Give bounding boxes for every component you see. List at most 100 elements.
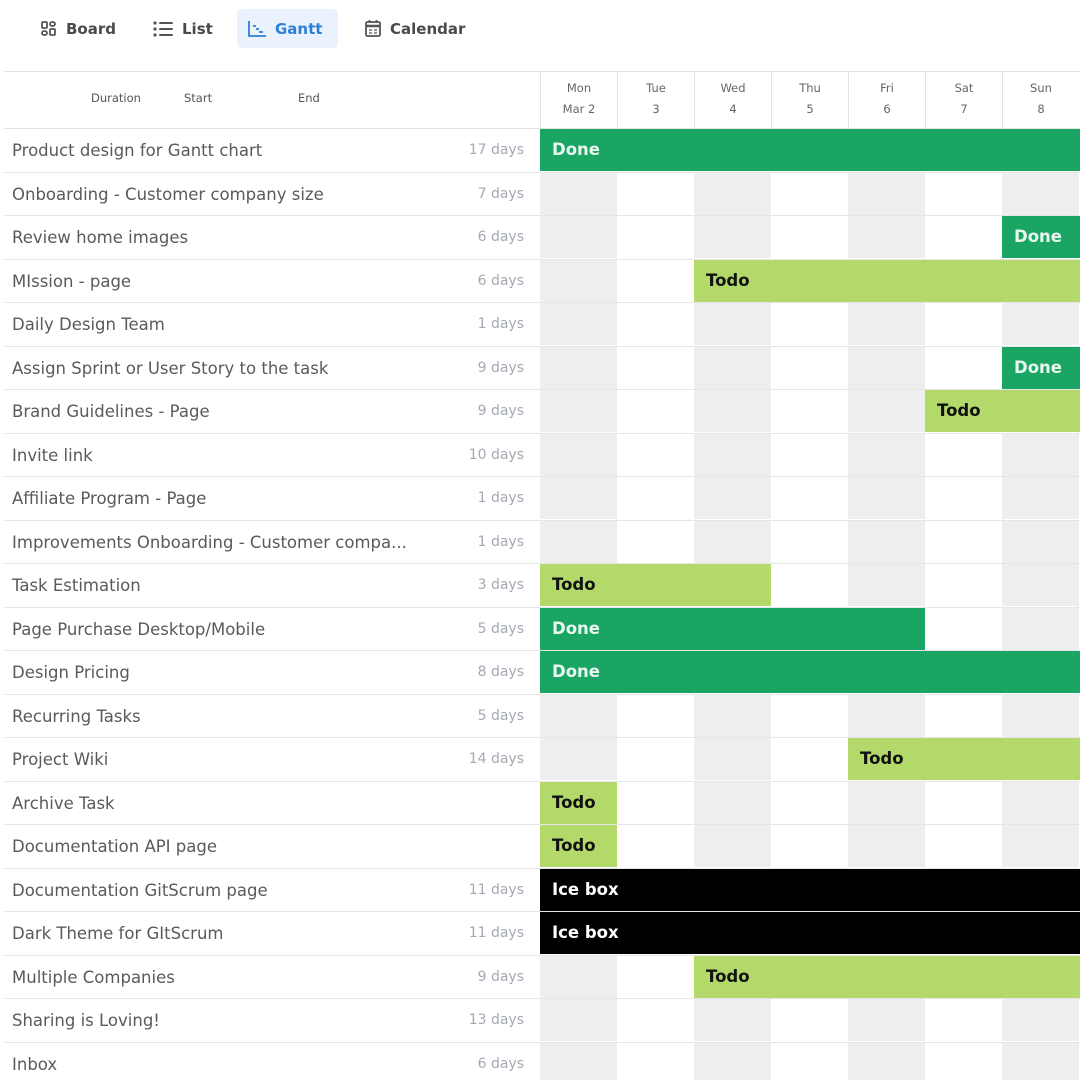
task-row[interactable]: Task Estimation 3 days Todo <box>4 564 1080 608</box>
task-name[interactable]: Sharing is Loving! <box>12 999 452 1042</box>
day-cell[interactable] <box>540 433 617 476</box>
task-name[interactable]: Multiple Companies <box>12 956 452 999</box>
day-cell[interactable] <box>617 477 694 519</box>
day-cell[interactable] <box>925 695 1002 737</box>
day-cell[interactable] <box>848 781 925 824</box>
day-cell[interactable] <box>617 782 694 824</box>
day-cell[interactable] <box>925 303 1002 345</box>
day-cell[interactable] <box>925 173 1002 215</box>
task-name[interactable]: Brand Guidelines - Page <box>12 390 452 433</box>
day-cell[interactable] <box>694 781 771 824</box>
day-cell[interactable] <box>848 999 925 1041</box>
day-cell[interactable] <box>1002 781 1079 824</box>
day-cell[interactable] <box>925 347 1002 389</box>
day-cell[interactable] <box>771 173 848 215</box>
task-name[interactable]: Dark Theme for GItScrum <box>12 912 452 955</box>
day-cell[interactable] <box>617 825 694 867</box>
day-cell[interactable] <box>771 434 848 476</box>
task-name[interactable]: Documentation API page <box>12 825 452 868</box>
day-cell[interactable] <box>694 303 771 345</box>
day-cell[interactable] <box>848 564 925 606</box>
task-row[interactable]: Affiliate Program - Page 1 days <box>4 477 1080 521</box>
gantt-bar[interactable]: Todo <box>694 955 1080 998</box>
day-cell[interactable] <box>771 825 848 867</box>
day-cell[interactable] <box>617 347 694 389</box>
day-cell[interactable] <box>617 390 694 432</box>
day-cell[interactable] <box>848 390 925 432</box>
day-cell[interactable] <box>848 825 925 867</box>
day-cell[interactable] <box>617 216 694 258</box>
day-cell[interactable] <box>1002 694 1079 737</box>
day-cell[interactable] <box>848 346 925 389</box>
day-cell[interactable] <box>617 434 694 476</box>
task-row[interactable]: Inbox 6 days <box>4 1042 1080 1080</box>
day-cell[interactable] <box>771 1043 848 1080</box>
task-row[interactable]: Design Pricing 8 days Done <box>4 651 1080 695</box>
day-cell[interactable] <box>771 738 848 780</box>
view-list-button[interactable]: List <box>142 9 223 48</box>
task-row[interactable]: Sharing is Loving! 13 days <box>4 999 1080 1043</box>
task-row[interactable]: Improvements Onboarding - Customer compa… <box>4 520 1080 564</box>
task-row[interactable]: Daily Design Team 1 days <box>4 303 1080 347</box>
column-start-header[interactable]: Start <box>184 91 212 105</box>
task-name[interactable]: Affiliate Program - Page <box>12 477 452 520</box>
task-name[interactable]: Inbox <box>12 1043 452 1080</box>
gantt-bar[interactable]: Todo <box>848 738 1080 780</box>
day-cell[interactable] <box>925 825 1002 867</box>
day-cell[interactable] <box>1002 564 1079 606</box>
day-cell[interactable] <box>694 738 771 780</box>
task-name[interactable]: Improvements Onboarding - Customer compa… <box>12 521 452 564</box>
task-name[interactable]: Assign Sprint or User Story to the task <box>12 347 452 390</box>
task-name[interactable]: Invite link <box>12 434 452 477</box>
day-cell[interactable] <box>1002 477 1079 519</box>
gantt-bar[interactable]: Done <box>1002 346 1080 389</box>
day-cell[interactable] <box>694 216 771 258</box>
task-row[interactable]: Dark Theme for GItScrum 11 days Ice box <box>4 912 1080 956</box>
day-cell[interactable] <box>925 477 1002 519</box>
gantt-bar[interactable]: Todo <box>540 825 617 867</box>
day-cell[interactable] <box>771 390 848 432</box>
day-cell[interactable] <box>1002 433 1079 476</box>
gantt-bar[interactable]: Ice box <box>540 912 1080 954</box>
gantt-bar[interactable]: Done <box>540 607 925 650</box>
day-cell[interactable] <box>540 346 617 389</box>
day-cell[interactable] <box>694 390 771 432</box>
day-cell[interactable] <box>771 695 848 737</box>
day-cell[interactable] <box>540 999 617 1041</box>
task-row[interactable]: MIssion - page 6 days Todo <box>4 259 1080 303</box>
day-cell[interactable] <box>540 477 617 519</box>
day-cell[interactable] <box>925 521 1002 563</box>
day-cell[interactable] <box>617 956 694 998</box>
task-row[interactable]: Product design for Gantt chart 17 days Don… <box>4 129 1080 173</box>
day-cell[interactable] <box>694 433 771 476</box>
day-cell[interactable] <box>771 782 848 824</box>
task-row[interactable]: Project Wiki 14 days Todo <box>4 738 1080 782</box>
task-row[interactable]: Assign Sprint or User Story to the task 9… <box>4 346 1080 390</box>
task-name[interactable]: Design Pricing <box>12 651 452 694</box>
view-board-button[interactable]: Board <box>30 9 126 48</box>
gantt-bar[interactable]: Done <box>540 651 1080 693</box>
task-name[interactable]: Onboarding - Customer company size <box>12 173 452 216</box>
task-name[interactable]: MIssion - page <box>12 260 452 303</box>
day-cell[interactable] <box>694 825 771 867</box>
gantt-bar[interactable]: Done <box>540 129 1080 171</box>
day-cell[interactable] <box>694 477 771 519</box>
task-name[interactable]: Product design for Gantt chart <box>12 129 452 172</box>
day-cell[interactable] <box>771 477 848 519</box>
task-row[interactable]: Review home images 6 days Done <box>4 216 1080 260</box>
gantt-bar[interactable]: Todo <box>540 564 771 606</box>
task-row[interactable]: Archive Task Todo <box>4 781 1080 825</box>
task-row[interactable]: Onboarding - Customer company size 7 days <box>4 172 1080 216</box>
day-cell[interactable] <box>1002 520 1079 563</box>
task-row[interactable]: Page Purchase Desktop/Mobile 5 days Done <box>4 607 1080 651</box>
day-cell[interactable] <box>694 346 771 389</box>
day-cell[interactable] <box>540 1042 617 1080</box>
day-cell[interactable] <box>540 216 617 258</box>
view-gantt-button[interactable]: Gantt <box>237 9 338 48</box>
day-cell[interactable] <box>848 433 925 476</box>
task-name[interactable]: Recurring Tasks <box>12 695 452 738</box>
view-calendar-button[interactable]: Calendar <box>354 9 475 48</box>
day-cell[interactable] <box>925 782 1002 824</box>
task-name[interactable]: Review home images <box>12 216 452 259</box>
day-cell[interactable] <box>694 520 771 563</box>
